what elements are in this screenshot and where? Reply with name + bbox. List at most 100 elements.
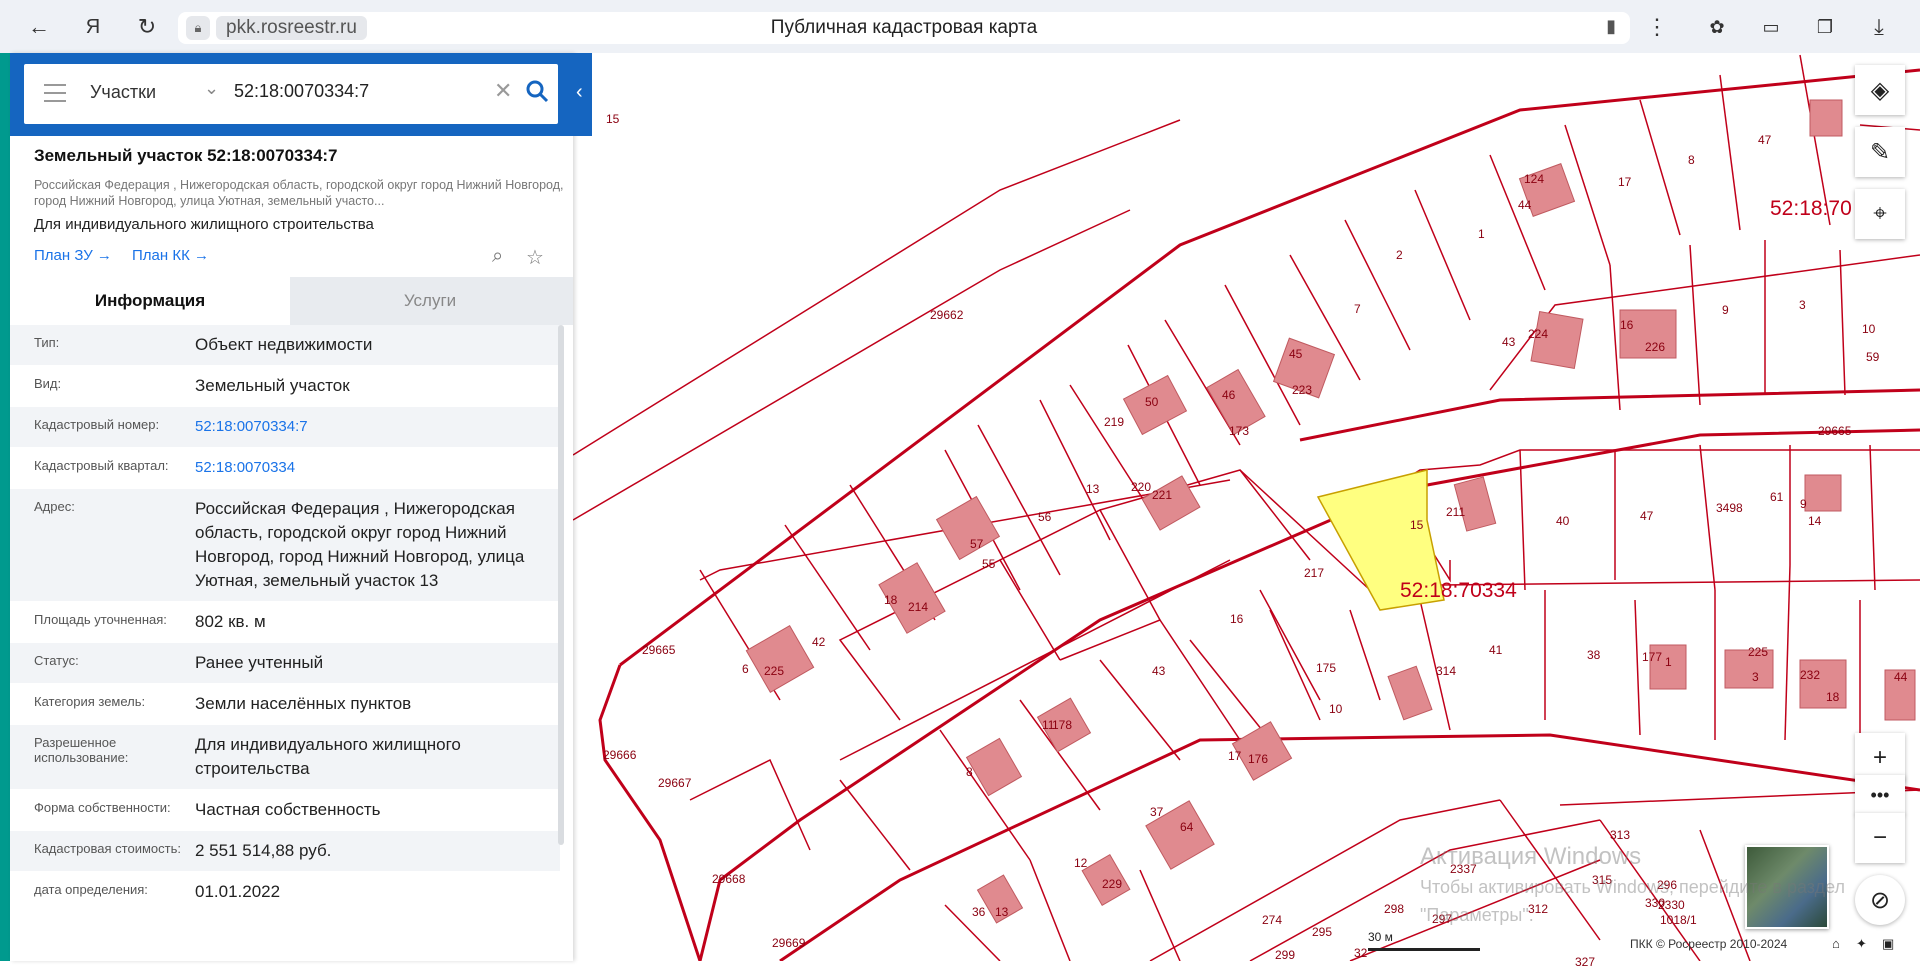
tab-services[interactable]: Услуги [290, 277, 570, 325]
info-row: Разрешенное использование: Для индивидуал… [10, 725, 560, 790]
parcel-label: 50 [1145, 395, 1159, 409]
scale-label: 30 м [1368, 930, 1393, 944]
ruler-icon: ✎ [1869, 138, 1891, 166]
info-row: Площадь уточненная: 802 кв. м [10, 602, 560, 643]
parcel-label: 313 [1610, 828, 1631, 842]
info-row-label: Кадастровая стоимость: [34, 841, 181, 856]
yandex-icon[interactable]: Я [76, 10, 110, 44]
parcel-label: 178 [1052, 718, 1073, 732]
scrollbar[interactable] [558, 325, 564, 845]
info-row-value[interactable]: 52:18:0070334 [195, 448, 560, 488]
parcel-label: 1 [1478, 227, 1485, 241]
quarter-label: 52:18:70334 [1400, 579, 1517, 602]
parcel-label: 10 [1862, 322, 1876, 336]
parcel-label: 9 [1800, 497, 1807, 511]
collapse-panel-button[interactable]: ‹ [573, 53, 592, 136]
info-row: Кадастровая стоимость: 2 551 514,88 руб. [10, 831, 560, 872]
info-row-label: Кадастровый квартал: [34, 458, 169, 473]
compass-button[interactable]: ⊘ [1855, 875, 1905, 925]
search-icon[interactable] [524, 78, 550, 104]
parcel-label: 3 [1799, 298, 1806, 312]
address-bar[interactable]: 🔒︎ pkk.rosreestr.ru Публичная кадастрова… [178, 12, 1630, 44]
more-button[interactable]: ••• [1855, 775, 1905, 815]
parcel-label: 8 [1688, 153, 1695, 167]
home-icon[interactable]: ⌂ [1832, 936, 1840, 951]
parcel-label: 221 [1152, 488, 1173, 502]
parcel-label: 15 [1410, 518, 1424, 532]
object-title: Земельный участок 52:18:0070334:7 [34, 146, 338, 165]
bookmark-icon[interactable]: ▮ [1606, 16, 1616, 37]
object-purpose: Для индивидуального жилищного строительс… [34, 216, 374, 233]
parcel-label: 17 [1228, 749, 1242, 763]
target-icon[interactable]: ✦ [1856, 936, 1867, 952]
watermark-title: Активация Windows [1420, 843, 1642, 870]
tab-information[interactable]: Информация [10, 277, 290, 325]
compass-icon: ⊘ [1869, 886, 1891, 914]
parcel-label: 13 [995, 905, 1009, 919]
parcel-label: 219 [1104, 415, 1125, 429]
chevron-down-icon[interactable]: ⌄ [204, 78, 219, 99]
back-icon[interactable]: ← [22, 10, 56, 44]
menu-dots-icon[interactable]: ⋮ [1640, 10, 1674, 44]
layers-button[interactable]: ◈ [1855, 65, 1905, 115]
extension-icon[interactable]: ✿ [1700, 10, 1734, 44]
parcel-label: 211 [1446, 505, 1466, 519]
page-title: Публичная кадастровая карта [770, 17, 1038, 38]
parcel-label: 225 [1748, 645, 1769, 659]
battery-icon[interactable]: ▭ [1754, 10, 1788, 44]
object-address: Российская Федерация , Нижегородская обл… [34, 178, 564, 208]
parcel-label: 29665 [642, 643, 676, 657]
parcel-label: 214 [908, 600, 929, 614]
parcel-label: 47 [1640, 509, 1654, 523]
fullscreen-icon[interactable]: ▣ [1882, 936, 1894, 952]
clear-icon[interactable]: ✕ [494, 78, 512, 104]
parcel-label: 29667 [658, 776, 692, 790]
parcel-label: 47 [1758, 133, 1772, 147]
parcel-label: 8 [966, 765, 973, 779]
info-row-label: Тип: [34, 335, 60, 350]
parcel-label: 13 [1086, 482, 1100, 496]
search-type-select[interactable]: Участки [90, 82, 156, 103]
menu-icon[interactable] [44, 84, 66, 102]
parcel-label: 18 [884, 593, 898, 607]
reload-icon[interactable]: ↻ [130, 10, 164, 44]
locate-button[interactable]: ⌖ [1855, 189, 1905, 239]
plan-kk-link[interactable]: План КК → [132, 247, 209, 264]
info-row-value: Объект недвижимости [195, 335, 373, 354]
parcel-label: 29665 [1818, 424, 1852, 438]
parcel-label: 32 [1354, 946, 1368, 960]
info-row-label: Площадь уточненная: [34, 612, 167, 627]
parcel-label: 299 [1275, 948, 1296, 962]
parcel-label: 29666 [603, 748, 637, 762]
zoom-to-object-icon[interactable]: ⌕ [492, 245, 503, 268]
search-input[interactable]: 52:18:0070334:7 [234, 81, 369, 102]
info-row-value[interactable]: 52:18:0070334:7 [195, 407, 560, 447]
info-panel: Участки ⌄ 52:18:0070334:7 ✕ Земельный уч… [10, 53, 573, 961]
reader-icon[interactable]: ❐ [1808, 10, 1842, 44]
parcel-label: 2 [1396, 248, 1403, 262]
info-row: Категория земель: Земли населённых пункто… [10, 684, 560, 725]
ruler-button[interactable]: ✎ [1855, 127, 1905, 177]
parcel-label: 224 [1528, 327, 1549, 341]
plan-zu-link[interactable]: План ЗУ → [34, 247, 112, 264]
info-row-label: Адрес: [34, 499, 75, 514]
parcel-label: 1 [1665, 655, 1672, 669]
parcel-label: 3 [1752, 670, 1759, 684]
info-row-label: Статус: [34, 653, 79, 668]
info-row-label: Кадастровый номер: [34, 417, 160, 432]
parcel-label: 42 [812, 635, 826, 649]
parcel-label: 41 [1489, 643, 1503, 657]
chevron-left-icon[interactable]: ‹ [576, 81, 592, 104]
parcel-label: 295 [1312, 925, 1333, 939]
scale-bar [1368, 948, 1480, 951]
star-icon[interactable]: ☆ [526, 245, 544, 270]
zoom-out-button[interactable]: − [1855, 813, 1905, 863]
plus-icon: + [1872, 744, 1887, 771]
info-row: Вид: Земельный участок [10, 366, 560, 407]
parcel-label: 175 [1316, 661, 1337, 675]
parcel-label: 229 [1102, 877, 1123, 891]
parcel-label: 44 [1894, 670, 1908, 684]
parcel-label: 6 [742, 662, 749, 676]
info-row-value: 01.01.2022 [195, 882, 281, 901]
download-icon[interactable]: ⤓ [1862, 10, 1896, 44]
